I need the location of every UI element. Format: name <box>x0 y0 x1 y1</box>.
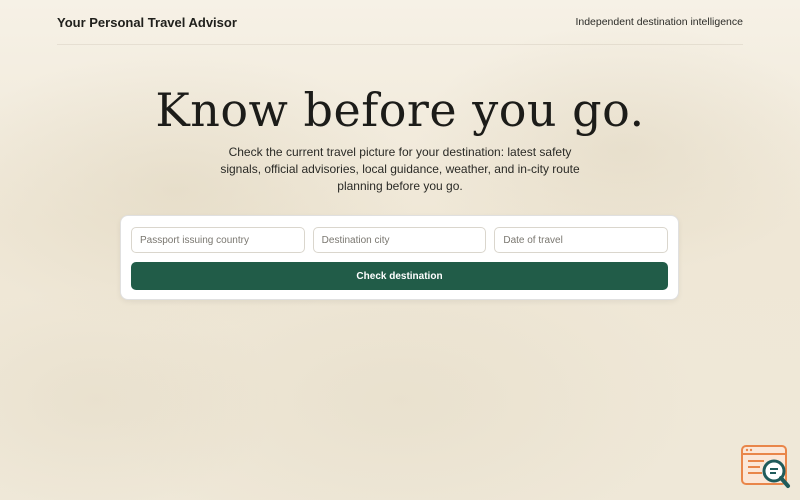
tagline: Independent destination intelligence <box>575 16 743 28</box>
hero-subtitle: Check the current travel picture for you… <box>220 145 580 193</box>
destination-city-input[interactable] <box>312 227 487 253</box>
check-destination-button[interactable]: Check destination <box>131 262 668 290</box>
search-chat-widget[interactable] <box>740 444 792 490</box>
hero-title: Know before you go. <box>155 83 645 137</box>
form-fields <box>131 227 669 253</box>
brand-name[interactable]: Your Personal Travel Advisor <box>57 15 237 30</box>
search-chat-icon <box>741 445 790 488</box>
destination-check-form: Check destination <box>120 215 679 300</box>
passport-country-input[interactable] <box>131 227 305 253</box>
site-header: Your Personal Travel Advisor Independent… <box>57 0 743 45</box>
hero-section: Know before you go. Check the current tr… <box>0 78 800 195</box>
travel-date-input[interactable] <box>494 227 669 253</box>
